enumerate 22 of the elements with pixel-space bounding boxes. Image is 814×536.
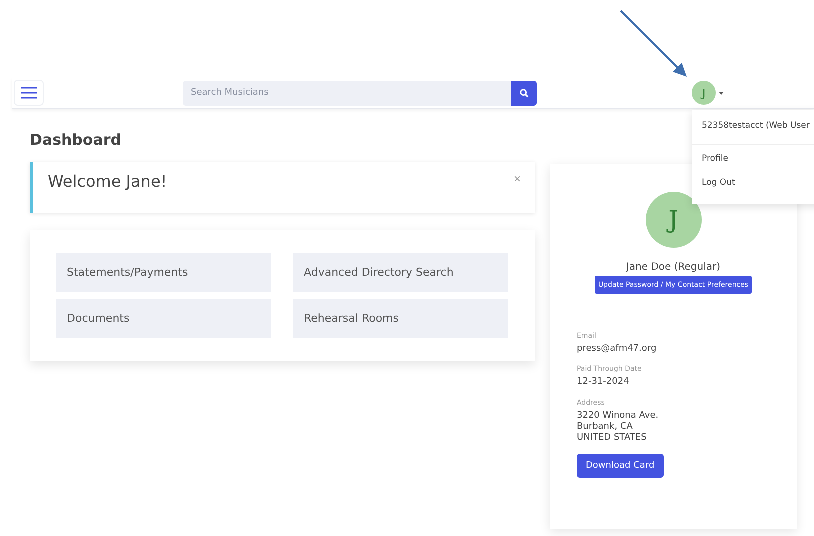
download-card-button[interactable]: Download Card <box>577 454 664 478</box>
page-title: Dashboard <box>30 131 122 149</box>
menu-button[interactable] <box>14 80 44 106</box>
menu-item[interactable]: Profile <box>692 147 814 171</box>
dashboard-link[interactable]: Statements/Payments <box>56 253 271 292</box>
menu-item[interactable]: 52358testacct (Web User <box>692 114 814 138</box>
search-button[interactable] <box>511 80 537 106</box>
menu-icon <box>21 87 37 99</box>
field-value: 12-31-2024 <box>577 377 630 388</box>
dashboard-link[interactable]: Advanced Directory Search <box>293 253 508 292</box>
member-name: Jane Doe (Regular) <box>626 262 721 273</box>
welcome-message: Welcome Jane! <box>48 172 168 193</box>
dashboard-link[interactable]: Rehearsal Rooms <box>293 299 508 338</box>
arrow-annotation <box>619 10 689 78</box>
field-value: press@afm47.org <box>577 344 658 356</box>
search-field[interactable]: Search Musicians <box>183 80 511 106</box>
field-value: 3220 Winona Ave. Burbank, CA UNITED STATES <box>577 410 660 444</box>
menu-item[interactable]: Log Out <box>692 171 814 195</box>
profile-avatar: J <box>646 192 702 248</box>
dashboard-link[interactable]: Documents <box>56 299 271 338</box>
caret-icon <box>719 92 724 94</box>
search-icon <box>520 88 528 98</box>
